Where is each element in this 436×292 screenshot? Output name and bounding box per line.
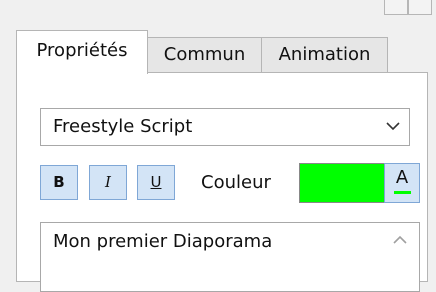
font-color-bar bbox=[394, 191, 411, 194]
top-left-button[interactable] bbox=[384, 0, 408, 15]
chevron-up-icon[interactable] bbox=[393, 235, 407, 245]
bold-button[interactable]: B bbox=[40, 165, 78, 200]
underline-button[interactable]: U bbox=[137, 165, 175, 200]
font-color-letter: A bbox=[395, 167, 409, 188]
font-select[interactable]: Freestyle Script bbox=[40, 108, 410, 146]
text-input-value: Mon premier Diaporama bbox=[53, 231, 273, 252]
chevron-down-icon bbox=[386, 122, 400, 131]
italic-button[interactable]: I bbox=[89, 165, 127, 200]
top-right-button[interactable] bbox=[408, 0, 432, 15]
font-select-value: Freestyle Script bbox=[53, 116, 193, 137]
tab-bar: Propriétés Commun Animation bbox=[16, 30, 428, 74]
properties-panel: Freestyle Script B I U Couleur A Mon pre… bbox=[16, 72, 428, 292]
tab-animation[interactable]: Animation bbox=[261, 37, 388, 73]
color-label: Couleur bbox=[201, 172, 271, 193]
tab-proprietes[interactable]: Propriétés bbox=[16, 30, 148, 74]
tab-commun[interactable]: Commun bbox=[147, 37, 262, 73]
font-color-button[interactable]: A bbox=[384, 163, 420, 203]
color-swatch[interactable] bbox=[299, 163, 385, 203]
text-input[interactable]: Mon premier Diaporama bbox=[40, 222, 420, 292]
